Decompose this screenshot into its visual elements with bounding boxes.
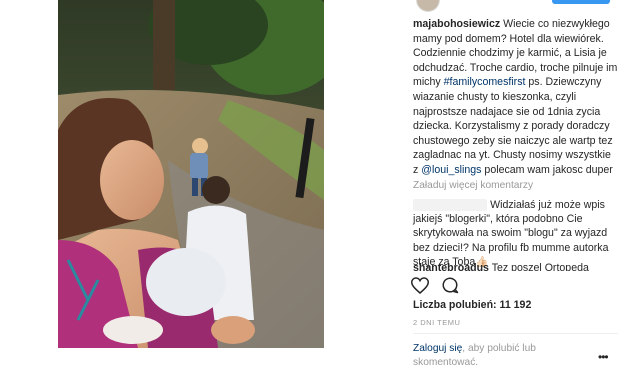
comment-icon[interactable] [441,276,459,294]
divider [413,333,618,334]
post-side-panel: majabohosiewicz Wiecie co niezwykłego ma… [324,0,620,369]
caption-text-2: ps. Dziewczyny wiazanie chusty to kieszo… [413,76,613,176]
post-caption: majabohosiewicz Wiecie co niezwykłego ma… [413,17,618,178]
comment-text: Tez poszel Ortopeda [491,262,589,271]
post-timestamp[interactable]: 2 DNI TEMU [413,318,460,327]
post-photo-image [58,0,324,348]
post-photo[interactable] [58,0,324,348]
login-prompt: Zaloguj się, aby polubić lub skomentować… [413,342,583,369]
caption-hashtag[interactable]: #familycomesfirst [444,76,526,88]
comment-username[interactable]: shantebroadus [413,262,489,271]
comment-item: xxxxxxxxxxxxxx Widziałaś już może wpis j… [413,198,618,269]
more-options-icon[interactable]: ••• [598,350,609,364]
follow-button[interactable] [552,0,610,4]
heart-icon[interactable] [411,277,429,294]
login-link[interactable]: Zaloguj się [413,343,462,354]
post-actions [411,276,467,299]
caption-username[interactable]: majabohosiewicz [413,18,500,30]
comment-username-redacted: xxxxxxxxxxxxxx [413,199,488,211]
caption-mention[interactable]: @loui_slings [421,164,481,176]
load-more-comments-link[interactable]: Załaduj więcej komentarzy [413,180,533,191]
author-avatar[interactable] [416,0,440,12]
comment-item: shantebroadus Tez poszel Ortopeda [413,261,618,271]
caption-text-3: polecam wam jakosc duper [481,163,613,176]
likes-count[interactable]: Liczba polubień: 11 192 [413,299,531,311]
